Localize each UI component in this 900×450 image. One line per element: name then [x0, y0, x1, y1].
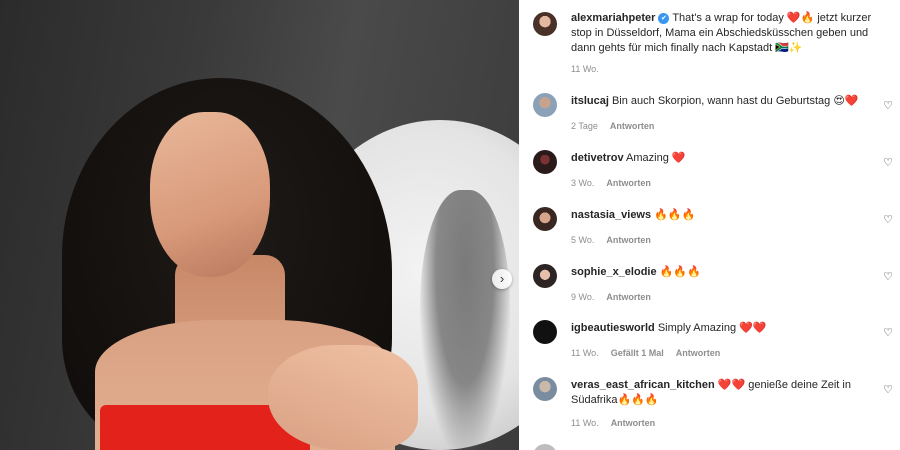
- next-image-button[interactable]: ›: [492, 269, 512, 289]
- comment-username[interactable]: itslucaj: [571, 95, 609, 107]
- avatar[interactable]: [533, 93, 557, 117]
- comment-username[interactable]: nastasia_views: [571, 209, 651, 221]
- caption-username[interactable]: alexmariahpeter: [571, 12, 655, 24]
- avatar[interactable]: [533, 12, 557, 36]
- reply-button[interactable]: Antworten: [606, 235, 651, 245]
- comment-time: 2 Tage: [571, 121, 598, 131]
- hand: [268, 345, 418, 450]
- caption-meta: 11 Wo.: [571, 64, 599, 74]
- like-heart-icon[interactable]: ♡: [883, 326, 893, 339]
- comment-meta: 9 Wo. Antworten: [571, 292, 651, 302]
- comment-meta: 11 Wo. Antworten: [571, 418, 655, 428]
- reply-button[interactable]: Antworten: [606, 292, 651, 302]
- comment-body: igbeautiesworld Simply Amazing ❤️❤️: [571, 321, 861, 336]
- comment-time: 9 Wo.: [571, 292, 595, 302]
- wall-shadow: [420, 190, 510, 450]
- reply-button[interactable]: Antworten: [676, 348, 721, 358]
- comment-time: 11 Wo.: [571, 418, 599, 428]
- reply-button[interactable]: Antworten: [606, 178, 651, 188]
- avatar[interactable]: [533, 264, 557, 288]
- comment-likes[interactable]: Gefällt 1 Mal: [611, 348, 664, 358]
- comment-meta: 5 Wo. Antworten: [571, 235, 651, 245]
- like-heart-icon[interactable]: ♡: [883, 156, 893, 169]
- comment-username[interactable]: sophie_x_elodie: [571, 266, 657, 278]
- comment-text: 🔥🔥🔥: [659, 266, 701, 278]
- face: [150, 112, 270, 277]
- comment-username[interactable]: igbeautiesworld: [571, 322, 655, 334]
- like-heart-icon[interactable]: ♡: [883, 270, 893, 283]
- caption-time: 11 Wo.: [571, 64, 599, 74]
- like-heart-icon[interactable]: ♡: [883, 213, 893, 226]
- comment-meta: 11 Wo. Gefällt 1 Mal Antworten: [571, 348, 720, 358]
- post-photo: ›: [0, 0, 519, 450]
- like-heart-icon[interactable]: ♡: [883, 99, 893, 112]
- comment-text: Bin auch Skorpion, wann hast du Geburtst…: [611, 95, 859, 107]
- comment-text: Amazing ❤️: [626, 152, 686, 164]
- comment-body: itslucaj Bin auch Skorpion, wann hast du…: [571, 94, 861, 109]
- comment-username[interactable]: detivetrov: [571, 152, 624, 164]
- comment-time: 11 Wo.: [571, 348, 599, 358]
- avatar[interactable]: [533, 377, 557, 401]
- comment-body: sophie_x_elodie 🔥🔥🔥: [571, 265, 861, 280]
- comment-text: 🔥🔥🔥: [654, 209, 696, 221]
- comment-meta: 2 Tage Antworten: [571, 121, 654, 131]
- chevron-right-icon: ›: [499, 271, 505, 286]
- caption-body: alexmariahpeter ✔ That's a wrap for toda…: [571, 11, 891, 56]
- reply-button[interactable]: Antworten: [610, 121, 655, 131]
- comment-meta: 3 Wo. Antworten: [571, 178, 651, 188]
- reply-button[interactable]: Antworten: [611, 418, 656, 428]
- verified-badge-icon: ✔: [658, 12, 670, 24]
- like-heart-icon[interactable]: ♡: [883, 383, 893, 396]
- comment-username[interactable]: veras_east_african_kitchen: [571, 379, 715, 391]
- comment-text: Simply Amazing ❤️❤️: [657, 322, 767, 334]
- avatar[interactable]: [533, 320, 557, 344]
- avatar[interactable]: [533, 207, 557, 231]
- comment-body: detivetrov Amazing ❤️: [571, 151, 861, 166]
- comment-body: nastasia_views 🔥🔥🔥: [571, 208, 861, 223]
- comment-body: veras_east_african_kitchen ❤️❤️ genieße …: [571, 378, 861, 408]
- avatar[interactable]: [533, 444, 557, 450]
- comments-panel: alexmariahpeter ✔ That's a wrap for toda…: [519, 0, 900, 450]
- comment-time: 3 Wo.: [571, 178, 595, 188]
- avatar[interactable]: [533, 150, 557, 174]
- comment-time: 5 Wo.: [571, 235, 595, 245]
